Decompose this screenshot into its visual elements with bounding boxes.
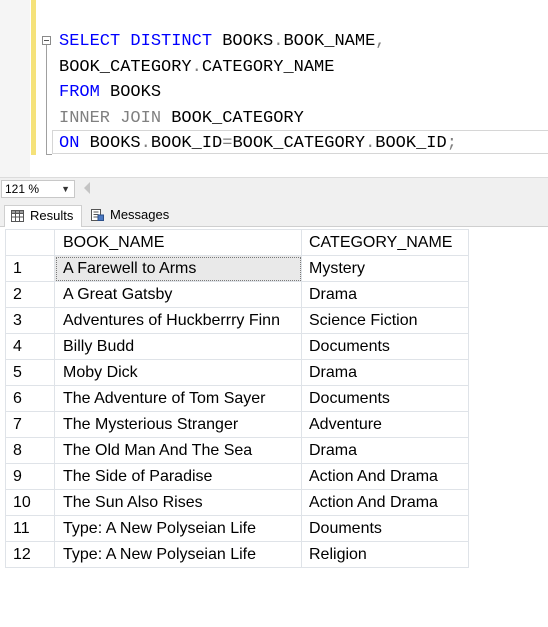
outline-guide-end [46,154,52,155]
row-number[interactable]: 3 [5,307,55,334]
code-token: BOOK_CATEGORY [59,57,192,77]
column-header-category-name[interactable]: CATEGORY_NAME [301,229,469,256]
book-name-cell[interactable]: The Old Man And The Sea [54,437,302,464]
category-name-cell[interactable]: Drama [301,359,469,386]
row-number[interactable]: 2 [5,281,55,308]
category-name-cell[interactable]: Mystery [301,255,469,282]
tab-results-label: Results [30,208,74,223]
book-name-cell[interactable]: Adventures of Huckberrry Finn [54,307,302,334]
tab-results[interactable]: Results [4,205,82,227]
category-name-cell[interactable]: Documents [301,333,469,360]
book-name-cell[interactable]: The Sun Also Rises [54,489,302,516]
row-number[interactable]: 6 [5,385,55,412]
table-row[interactable]: 11 Type: A New Polyseian Life Douments [5,515,469,542]
grid-header-row: BOOK_NAME CATEGORY_NAME [5,229,469,256]
code-line[interactable]: BOOK_CATEGORY.CATEGORY_NAME [59,55,457,81]
zoom-select[interactable]: 121 % ▼ [1,180,75,198]
code-token: INNER JOIN [59,108,172,128]
code-token: SELECT DISTINCT [59,32,223,51]
table-row[interactable]: 3 Adventures of Huckberrry Finn Science Fi… [5,307,469,334]
code-token: BOOK_CATEGORY [232,134,366,153]
row-number[interactable]: 10 [5,489,55,516]
book-name-cell[interactable]: A Great Gatsby [54,281,302,308]
code-line[interactable]: SELECT DISTINCT BOOKS.BOOK_NAME, [59,29,457,55]
code-token: BOOK_ID [150,134,223,153]
code-token: , [375,32,386,51]
results-tabs: Results Messages [0,200,548,227]
row-number[interactable]: 11 [5,515,55,542]
table-row[interactable]: 1A Farewell to Arms Mystery [5,255,469,282]
category-name-cell[interactable]: Action And Drama [301,489,469,516]
book-name-cell[interactable]: Moby Dick [54,359,302,386]
code-token: BOOK_ID [375,134,447,153]
code-token: . [365,134,376,153]
code-token: BOOKS [222,32,274,51]
messages-icon [91,209,104,221]
book-name-cell[interactable]: The Mysterious Stranger [54,411,302,438]
category-name-cell[interactable]: Documents [301,385,469,412]
code-token: . [140,134,151,153]
column-header-book-name[interactable]: BOOK_NAME [54,229,302,256]
table-row[interactable]: 4 Billy Budd Documents [5,333,469,360]
code-line[interactable]: FROM BOOKS [59,80,457,106]
code-token: CATEGORY_NAME [201,57,335,77]
zoom-value: 121 % [5,182,40,196]
category-name-cell[interactable]: Douments [301,515,469,542]
code-line[interactable]: INNER JOIN BOOK_CATEGORY [59,106,457,132]
code-token: . [191,57,202,77]
row-number[interactable]: 4 [5,333,55,360]
code-token: ; [446,134,457,153]
zoom-bar: 121 % ▼ [0,177,548,200]
table-row[interactable]: 8 The Old Man And The Sea Drama [5,437,469,464]
code-token: FROM [59,83,111,102]
book-name-cell[interactable]: The Side of Paradise [54,463,302,490]
table-row[interactable]: 12 Type: A New Polyseian Life Religion [5,541,469,568]
results-grid: BOOK_NAME CATEGORY_NAME 1A Farewell to A… [5,229,469,568]
table-row[interactable]: 6 The Adventure of Tom Sayer Documents [5,385,469,412]
code-token: BOOKS [110,83,162,102]
code-token: = [222,134,233,153]
editor-margin [0,0,30,177]
category-name-cell[interactable]: Religion [301,541,469,568]
category-name-cell[interactable]: Science Fiction [301,307,469,334]
grid-icon [11,210,24,222]
book-name-cell[interactable]: Billy Budd [54,333,302,360]
outline-guide [46,45,47,155]
category-name-cell[interactable]: Drama [301,281,469,308]
code-token: BOOK_NAME [283,32,376,51]
row-number[interactable]: 12 [5,541,55,568]
row-number-header[interactable] [5,229,55,256]
category-name-cell[interactable]: Action And Drama [301,463,469,490]
code-token: BOOK_CATEGORY [171,108,304,128]
code-line[interactable]: ON BOOKS.BOOK_ID=BOOK_CATEGORY.BOOK_ID; [59,131,457,157]
table-row[interactable]: 7 The Mysterious Stranger Adventure [5,411,469,438]
table-row[interactable]: 10 The Sun Also Rises Action And Drama [5,489,469,516]
row-number[interactable]: 9 [5,463,55,490]
book-name-cell[interactable]: A Farewell to Arms [54,255,302,282]
query-editor[interactable]: SELECT DISTINCT BOOKS.BOOK_NAME, BOOK_CAT… [0,0,548,177]
row-number[interactable]: 1 [5,255,55,282]
results-grid-pane: BOOK_NAME CATEGORY_NAME 1A Farewell to A… [0,227,548,627]
category-name-cell[interactable]: Adventure [301,411,469,438]
tab-messages-label: Messages [110,207,170,222]
code-token: BOOKS [89,134,141,153]
collapse-icon[interactable] [42,36,51,45]
row-number[interactable]: 5 [5,359,55,386]
table-row[interactable]: 2A Great Gatsby Drama [5,281,469,308]
code-token: ON [59,134,90,153]
scroll-left-icon[interactable] [84,182,90,194]
book-name-cell[interactable]: The Adventure of Tom Sayer [54,385,302,412]
book-name-cell[interactable]: Type: A New Polyseian Life [54,541,302,568]
category-name-cell[interactable]: Drama [301,437,469,464]
chevron-down-icon[interactable]: ▼ [61,181,70,197]
change-tracking-bar [31,0,36,155]
row-number[interactable]: 7 [5,411,55,438]
sql-code[interactable]: SELECT DISTINCT BOOKS.BOOK_NAME, BOOK_CAT… [59,29,457,157]
table-row[interactable]: 5 Moby Dick Drama [5,359,469,386]
code-token: . [273,32,284,51]
book-name-cell[interactable]: Type: A New Polyseian Life [54,515,302,542]
tab-messages[interactable]: Messages [85,205,177,227]
table-row[interactable]: 9 The Side of Paradise Action And Drama [5,463,469,490]
row-number[interactable]: 8 [5,437,55,464]
